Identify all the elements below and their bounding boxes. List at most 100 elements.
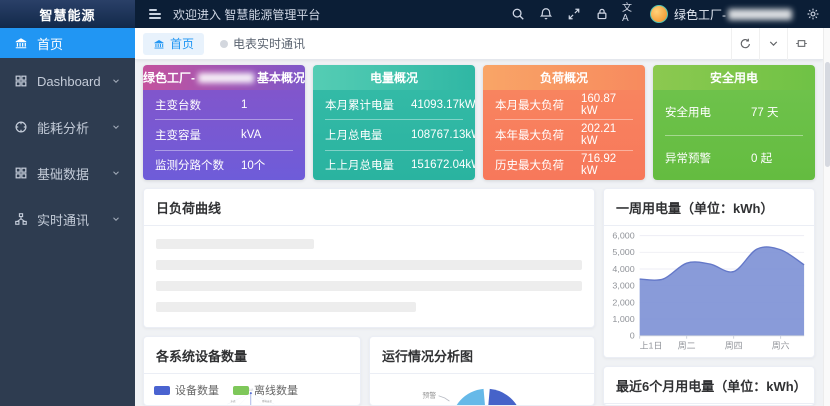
bank-icon [14, 36, 28, 50]
sidebar-item-home[interactable]: 首页 [0, 28, 135, 58]
panel-monthly-usage: 最近6个月用电量（单位：kWh） [603, 366, 815, 406]
panel-device-count: 各系统设备数量 设备数量 离线数量 电表 水表 用电安全 [143, 336, 361, 406]
panel-title: 运行情况分析图 [370, 337, 594, 374]
overview-cards-row: 绿色工厂- 基本概况 主变台数 1 主变容量 kVA 监测分路个数 10个 电量概况 本… [143, 65, 815, 180]
sidebar-item-dashboard[interactable]: Dashboard [0, 58, 135, 104]
svg-text:4,000: 4,000 [612, 264, 634, 274]
notification-bell-icon[interactable] [538, 7, 553, 22]
chevron-down-icon [113, 79, 119, 83]
tab-bar: 首页 电表实时通讯 [135, 27, 823, 60]
user-name: 绿色工厂- [674, 6, 792, 23]
panel-title: 最近6个月用电量（单位：kWh） [604, 367, 814, 404]
stat-row: 上上月总电量151672.04kWh [325, 159, 475, 173]
panel-title: 各系统设备数量 [144, 337, 360, 374]
svg-text:1,000: 1,000 [612, 314, 634, 324]
loading-skeleton [144, 226, 594, 323]
panel-title: 日负荷曲线 [144, 189, 594, 226]
chevron-down-icon [113, 171, 119, 175]
scrollbar-track[interactable] [823, 28, 830, 406]
sidebar: 首页 Dashboard 能耗分析 基础数据 实时通讯 [0, 28, 135, 406]
avatar[interactable] [650, 5, 668, 23]
stat-row: 主变台数 1 [155, 90, 293, 121]
svg-text:用电安全: 用电安全 [262, 399, 273, 403]
tab-home[interactable]: 首页 [143, 32, 205, 55]
stat-row: 历史最大负荷 716.92 kW [495, 153, 617, 178]
lock-icon[interactable] [594, 7, 609, 22]
sidebar-item-energy-analysis[interactable]: 能耗分析 [0, 104, 135, 150]
svg-text:5,000: 5,000 [612, 247, 634, 257]
sidebar-collapse-icon[interactable] [149, 9, 161, 19]
card-basic-overview: 绿色工厂- 基本概况 主变台数 1 主变容量 kVA 监测分路个数 10个 [143, 65, 305, 180]
language-icon[interactable]: 文A [622, 4, 637, 24]
sidebar-item-label: 首页 [37, 36, 64, 52]
svg-text:2,000: 2,000 [612, 297, 634, 307]
chevron-down-icon [113, 125, 119, 129]
card-energy-overview: 电量概况 本月累计电量41093.17kWh 上月总电量108767.13kWh… [313, 65, 475, 180]
sidebar-item-label: Dashboard [37, 73, 101, 89]
maximize-icon[interactable] [787, 27, 815, 60]
legend-swatch [233, 385, 249, 395]
svg-text:0: 0 [630, 331, 635, 341]
panel-weekly-usage: 一周用电量（单位：kWh） 0 1,000 2,000 3,000 4,000 5,000… [603, 188, 815, 358]
card-safety-overview: 安全用电 安全用电 77 天 异常预警 0 起 [653, 65, 815, 180]
refresh-icon[interactable] [731, 27, 759, 60]
svg-text:预警: 预警 [422, 390, 436, 399]
stat-row: 监测分路个数 10个 [155, 160, 266, 173]
redacted-text [198, 72, 254, 83]
welcome-text: 欢迎进入 智慧能源管理平台 [173, 7, 321, 22]
sidebar-item-label: 能耗分析 [37, 120, 90, 136]
user-menu[interactable]: 绿色工厂- [650, 5, 792, 23]
chart-legend: 设备数量 离线数量 [144, 374, 360, 398]
sidebar-item-realtime-comm[interactable]: 实时通讯 [0, 196, 135, 242]
tab-controls [731, 27, 815, 60]
panel-daily-load-curve: 日负荷曲线 [143, 188, 595, 328]
panel-title: 一周用电量（单位：kWh） [604, 189, 814, 226]
stat-row: 本月最大负荷 160.87 kW [495, 90, 633, 121]
sidebar-item-label: 实时通讯 [37, 212, 90, 228]
stat-row: 上月总电量108767.13kWh [325, 120, 475, 151]
top-header: 智慧能源 欢迎进入 智慧能源管理平台 文A 绿色工厂- [0, 0, 830, 28]
share-icon [14, 212, 28, 226]
sidebar-item-base-data[interactable]: 基础数据 [0, 150, 135, 196]
main-content: 绿色工厂- 基本概况 主变台数 1 主变容量 kVA 监测分路个数 10个 电量概况 本… [135, 60, 823, 406]
bank-icon [153, 38, 165, 50]
sidebar-item-label: 基础数据 [37, 166, 90, 182]
card-title: 绿色工厂- 基本概况 [143, 65, 305, 90]
grid-icon [14, 166, 28, 180]
stat-row: 安全用电 77 天 [665, 90, 803, 136]
card-load-overview: 负荷概况 本月最大负荷 160.87 kW 本年最大负荷 202.21 kW 历史最… [483, 65, 645, 180]
svg-text:上1日: 上1日 [640, 340, 663, 350]
weekly-usage-area-chart: 0 1,000 2,000 3,000 4,000 5,000 6,000 上1日 周二 周四 周六 [612, 231, 805, 350]
legend-swatch [154, 385, 170, 395]
tab-label: 电表实时通讯 [233, 37, 306, 51]
stat-row: 本月累计电量 41093.17kWh [325, 90, 475, 121]
fullscreen-icon[interactable] [566, 7, 581, 22]
svg-text:周二: 周二 [678, 340, 696, 350]
panel-operation-analysis: 运行情况分析图 预警 [369, 336, 595, 406]
card-title: 电量概况 [313, 65, 475, 90]
chevron-down-icon[interactable] [759, 27, 787, 60]
legend-item-offline[interactable]: 离线数量 [233, 382, 298, 398]
scrollbar-thumb[interactable] [825, 62, 830, 167]
app-logo: 智慧能源 [0, 0, 135, 28]
pie-chart: 预警 [422, 388, 517, 405]
gauge-icon [14, 120, 28, 134]
grid-icon [14, 74, 28, 88]
stat-row: 异常预警 0 起 [665, 152, 773, 165]
chevron-down-icon [113, 217, 119, 221]
card-title: 负荷概况 [483, 65, 645, 90]
gear-icon[interactable] [805, 7, 820, 22]
tab-label: 首页 [170, 37, 195, 51]
svg-text:3,000: 3,000 [612, 281, 634, 291]
svg-text:周四: 周四 [725, 340, 743, 350]
redacted-user-name [728, 8, 792, 20]
svg-text:周六: 周六 [772, 339, 790, 350]
search-icon[interactable] [510, 7, 525, 22]
stat-row: 主变容量 kVA [155, 120, 293, 151]
legend-item-devices[interactable]: 设备数量 [154, 382, 219, 398]
tab-meter-realtime[interactable]: 电表实时通讯 [210, 33, 315, 55]
header-actions: 文A 绿色工厂- [510, 4, 830, 24]
stat-row: 本年最大负荷 202.21 kW [495, 120, 633, 151]
svg-text:水表: 水表 [230, 399, 236, 403]
card-title: 安全用电 [653, 65, 815, 90]
